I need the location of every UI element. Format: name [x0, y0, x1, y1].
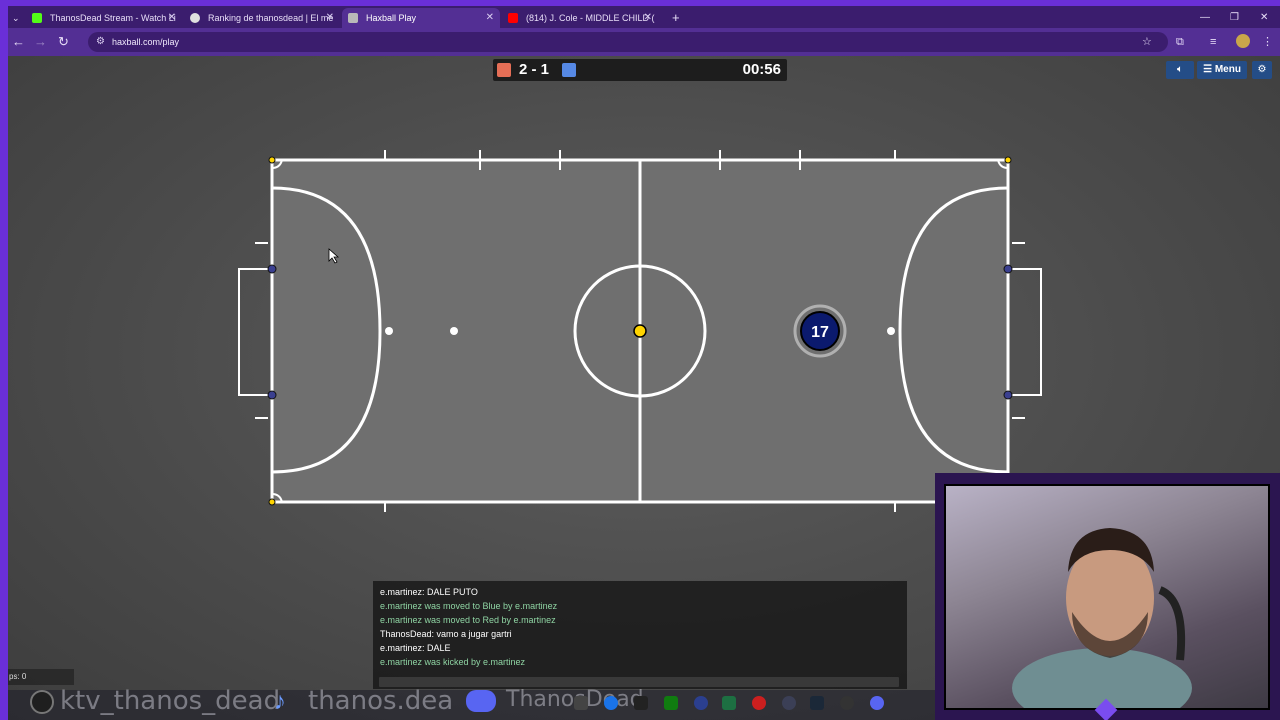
penalty-spot	[385, 327, 393, 335]
score-text: 2 - 1	[519, 61, 550, 78]
kick-logo-icon	[30, 690, 54, 714]
chat-box: e.martinez: DALE PUTO e.martinez was mov…	[373, 581, 907, 689]
goal-post	[267, 264, 277, 274]
second-penalty-spot	[450, 327, 458, 335]
gear-icon: ⚙	[1257, 64, 1267, 75]
menu-label: Menu	[1214, 64, 1241, 75]
app-icon[interactable]	[634, 696, 648, 710]
goal-post	[267, 390, 277, 400]
webcam-border	[944, 484, 1270, 710]
tiktok-logo-icon: ♪	[274, 688, 286, 715]
player-number: 17	[811, 324, 829, 341]
match-timer: 00:56	[742, 61, 781, 78]
app-icon[interactable]	[840, 696, 854, 710]
chat-input[interactable]	[379, 677, 899, 687]
settings-button[interactable]: ⚙	[1252, 61, 1272, 79]
red-team-icon	[497, 63, 511, 77]
chat-line: e.martinez was moved to Red by e.martine…	[380, 615, 556, 625]
app-icon[interactable]	[782, 696, 796, 710]
chat-line: e.martinez: DALE	[380, 643, 451, 653]
scoreboard: 2 - 1 00:56	[493, 59, 787, 81]
app-icon[interactable]	[694, 696, 708, 710]
chrome-icon[interactable]	[604, 696, 618, 710]
chat-line: e.martinez was moved to Blue by e.martin…	[380, 601, 558, 611]
terminal-icon[interactable]	[574, 696, 588, 710]
penalty-spot	[887, 327, 895, 335]
tiktok-handle: thanos.dea	[308, 686, 454, 716]
right-goal	[1008, 268, 1042, 396]
corner-post	[268, 156, 276, 164]
corner-post	[1004, 156, 1012, 164]
discord-logo-icon	[466, 690, 496, 712]
fps-counter: ps: 0	[8, 669, 74, 685]
chat-line: e.martinez was kicked by e.martinez	[380, 657, 526, 667]
kick-handle: ktv_thanos_dead	[60, 686, 281, 716]
goal-post	[1003, 390, 1013, 400]
excel-icon[interactable]	[722, 696, 736, 710]
corner-post	[268, 498, 276, 506]
ball	[633, 324, 647, 338]
xbox-icon[interactable]	[664, 696, 678, 710]
blue-team-icon	[562, 63, 576, 77]
chat-line: e.martinez: DALE PUTO	[380, 587, 478, 597]
goal-post	[1003, 264, 1013, 274]
hamburger-icon: ☰	[1203, 64, 1215, 75]
steam-icon[interactable]	[810, 696, 824, 710]
speaker-icon: 🔈︎	[1177, 64, 1183, 75]
left-goal	[238, 268, 272, 396]
opera-icon[interactable]	[752, 696, 766, 710]
chat-line: ThanosDead: vamo a jugar gartri	[380, 629, 512, 639]
menu-button[interactable]: ☰ Menu	[1197, 61, 1247, 79]
discord-taskbar-icon[interactable]	[870, 696, 884, 710]
sound-toggle-button[interactable]: 🔈︎	[1166, 61, 1194, 79]
